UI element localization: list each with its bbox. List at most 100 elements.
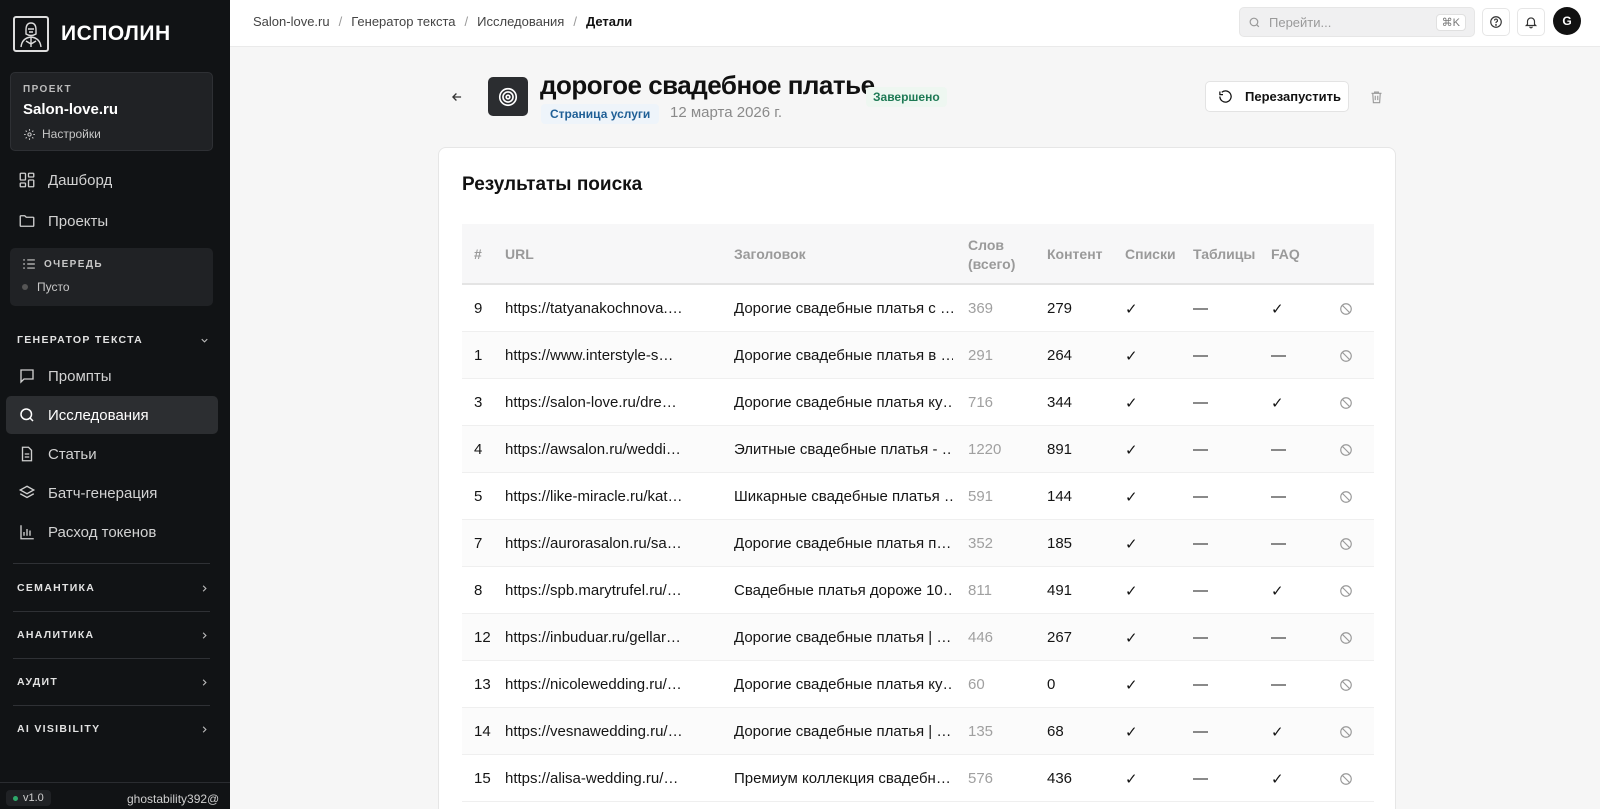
ban-icon <box>1340 490 1352 503</box>
divider <box>13 563 210 564</box>
nav-item-token-usage[interactable]: Расход токенов <box>6 513 218 551</box>
exclude-button[interactable] <box>1339 473 1363 520</box>
table-row[interactable]: 3 https://salon-love.ru/dre… Дорогие сваде… <box>462 379 1374 426</box>
cell-url[interactable]: https://inbuduar.ru/gellar… <box>505 614 681 661</box>
col-header-tables[interactable]: Таблицы <box>1193 224 1265 285</box>
table-row[interactable]: 1 https://www.interstyle-s… Дорогие свадеб… <box>462 332 1374 379</box>
cell-url[interactable]: https://www.interstyle-s… <box>505 332 681 379</box>
nav-item-batch[interactable]: Батч-генерация <box>6 474 218 512</box>
cell-content: 891 <box>1047 441 1073 458</box>
cell-url[interactable]: https://spb.marytrufel.ru/… <box>505 567 681 614</box>
brand-logo-icon <box>13 16 49 52</box>
cell-title: Свадебные платья дороже 10… <box>734 582 953 599</box>
exclude-button[interactable] <box>1339 661 1363 708</box>
table-row[interactable]: 15 https://alisa-wedding.ru/… Премиум колл… <box>462 755 1374 802</box>
col-header-words[interactable]: Слов (всего) <box>968 224 1038 285</box>
sidebar-footer-divider <box>0 782 230 783</box>
cell-num: 9 <box>474 300 483 317</box>
cell-faq: — <box>1271 676 1286 693</box>
cell-url[interactable]: https://alisa-wedding.ru/… <box>505 755 681 802</box>
cell-url[interactable]: https://aurorasalon.ru/sa… <box>505 520 681 567</box>
arrow-left-icon <box>452 93 462 101</box>
nav-item-dashboard[interactable]: Дашборд <box>6 161 218 199</box>
project-card[interactable]: ПРОЕКТ Salon-love.ru Настройки <box>10 72 213 151</box>
nav-item-projects[interactable]: Проекты <box>6 202 218 240</box>
cell-url[interactable]: https://vesnawedding.ru/… <box>505 708 681 755</box>
restart-button[interactable]: Перезапустить <box>1205 81 1349 112</box>
nav-label-research: Исследования <box>48 406 149 424</box>
breadcrumb-project[interactable]: Salon-love.ru <box>253 14 330 29</box>
queue-card[interactable]: ОЧЕРЕДЬ Пусто <box>10 248 213 306</box>
project-settings-link[interactable]: Настройки <box>23 127 200 141</box>
cell-tables: — <box>1193 347 1208 364</box>
search-input[interactable]: Перейти... ⌘K <box>1239 7 1475 37</box>
section-ai-visibility[interactable]: AI VISIBILITY <box>17 723 210 735</box>
restart-icon <box>1219 90 1232 103</box>
table-row[interactable]: 13 https://nicolewedding.ru/… Дорогие свад… <box>462 661 1374 708</box>
exclude-button[interactable] <box>1339 708 1363 755</box>
section-audit[interactable]: АУДИТ <box>17 676 210 688</box>
ban-icon <box>1340 678 1352 691</box>
breadcrumb-current: Детали <box>585 14 633 29</box>
delete-button[interactable] <box>1366 86 1386 108</box>
cell-url[interactable]: https://salon-love.ru/dre… <box>505 379 681 426</box>
table-row[interactable]: 8 https://spb.marytrufel.ru/… Свадебные пл… <box>462 567 1374 614</box>
exclude-button[interactable] <box>1339 379 1363 426</box>
table-row[interactable]: 9 https://tatyanakochnova.… Дорогие свадеб… <box>462 285 1374 332</box>
exclude-button[interactable] <box>1339 614 1363 661</box>
results-table: # URL Заголовок Слов (всего) Контент Спи… <box>462 224 1374 802</box>
table-row[interactable]: 4 https://awsalon.ru/weddi… Элитные свадеб… <box>462 426 1374 473</box>
section-analytics[interactable]: АНАЛИТИКА <box>17 629 210 641</box>
nav-item-articles[interactable]: Статьи <box>6 435 218 473</box>
brand[interactable]: ИСПОЛИН <box>13 16 171 52</box>
table-row[interactable]: 7 https://aurorasalon.ru/sa… Дорогие сваде… <box>462 520 1374 567</box>
nav-item-prompts[interactable]: Промпты <box>6 357 218 395</box>
cell-tables: — <box>1193 300 1208 317</box>
exclude-button[interactable] <box>1339 567 1363 614</box>
breadcrumb-generator[interactable]: Генератор текста <box>351 14 455 29</box>
page-type-badge: Страница услуги <box>541 104 660 124</box>
cell-lists: ✓ <box>1125 347 1138 365</box>
cell-title: Дорогие свадебные платья с … <box>734 300 953 317</box>
section-text-generator[interactable]: ГЕНЕРАТОР ТЕКСТА <box>17 334 210 346</box>
col-header-url[interactable]: URL <box>505 224 681 285</box>
col-header-title[interactable]: Заголовок <box>734 224 953 285</box>
cell-url[interactable]: https://nicolewedding.ru/… <box>505 661 681 708</box>
sidebar: ИСПОЛИН ПРОЕКТ Salon-love.ru Настройки Д… <box>0 0 230 809</box>
exclude-button[interactable] <box>1339 332 1363 379</box>
table-row[interactable]: 5 https://like-miracle.ru/kat… Шикарные св… <box>462 473 1374 520</box>
nav-label-batch: Батч-генерация <box>48 484 158 502</box>
cell-url[interactable]: https://tatyanakochnova.… <box>505 285 681 332</box>
cell-lists: ✓ <box>1125 535 1138 553</box>
restart-label: Перезапустить <box>1245 89 1341 104</box>
exclude-button[interactable] <box>1339 520 1363 567</box>
exclude-button[interactable] <box>1339 426 1363 473</box>
col-header-faq[interactable]: FAQ <box>1271 224 1331 285</box>
back-button[interactable] <box>444 86 470 108</box>
table-row[interactable]: 14 https://vesnawedding.ru/… Дорогие сваде… <box>462 708 1374 755</box>
cell-url[interactable]: https://awsalon.ru/weddi… <box>505 426 681 473</box>
table-row[interactable]: 12 https://inbuduar.ru/gellar… Дорогие сва… <box>462 614 1374 661</box>
breadcrumb-separator: / <box>464 14 469 29</box>
nav-label-token-usage: Расход токенов <box>48 523 157 541</box>
cell-url[interactable]: https://like-miracle.ru/kat… <box>505 473 681 520</box>
col-header-content[interactable]: Контент <box>1047 224 1117 285</box>
cell-lists: ✓ <box>1125 629 1138 647</box>
exclude-button[interactable] <box>1339 755 1363 802</box>
col-header-num[interactable]: # <box>474 224 502 285</box>
cell-title: Дорогие свадебные платья в … <box>734 347 953 364</box>
notifications-button[interactable] <box>1517 8 1545 36</box>
section-semantics[interactable]: СЕМАНТИКА <box>17 582 210 594</box>
breadcrumb-research[interactable]: Исследования <box>477 14 564 29</box>
help-button[interactable] <box>1482 8 1510 36</box>
col-header-lists[interactable]: Списки <box>1125 224 1189 285</box>
gear-icon <box>24 128 35 140</box>
avatar[interactable]: G <box>1553 7 1581 35</box>
bar-chart-icon <box>20 525 34 540</box>
user-email[interactable]: ghostability392@ <box>127 792 219 806</box>
nav-item-research[interactable]: Исследования <box>6 396 218 434</box>
ban-icon <box>1340 631 1352 644</box>
cell-faq: — <box>1271 347 1286 364</box>
exclude-button[interactable] <box>1339 285 1363 332</box>
cell-tables: — <box>1193 441 1208 458</box>
